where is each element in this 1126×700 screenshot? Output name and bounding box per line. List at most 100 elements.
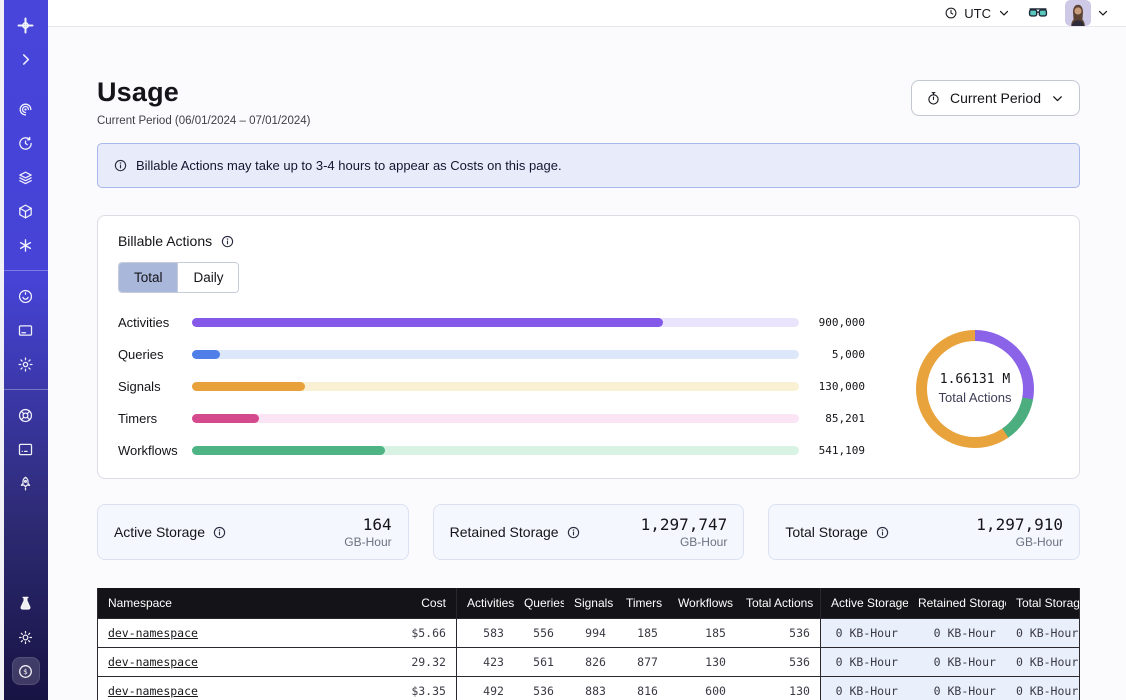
table-cell: 0 KB-Hour (820, 677, 908, 700)
table-cell: 130 (668, 648, 736, 676)
table-cell: 0 KB-Hour (820, 619, 908, 647)
sidebar-item-deployments-cube-icon[interactable] (12, 197, 40, 225)
bar-label: Workflows (118, 443, 192, 458)
timezone-picker[interactable]: UTC (944, 6, 1011, 21)
table-cell: 423 (456, 648, 514, 676)
storage-card-active-storage: Active Storage164GB-Hour (97, 504, 409, 560)
table-body: dev-namespace$5.665835569941851855360 KB… (98, 618, 1079, 700)
namespace-link[interactable]: dev-namespace (108, 626, 198, 640)
bar-value: 5,000 (799, 348, 865, 361)
table-cell: $5.66 (326, 619, 456, 647)
namespace-link[interactable]: dev-namespace (108, 684, 198, 698)
table-cell: 0 KB-Hour (908, 619, 1006, 647)
storage-card-label: Active Storage (114, 524, 227, 540)
namespace-link[interactable]: dev-namespace (108, 655, 198, 669)
info-icon[interactable] (220, 234, 235, 249)
storage-card-unit: GB-Hour (976, 535, 1063, 549)
sidebar-item-temporal-logo-icon[interactable] (12, 11, 40, 39)
table-cell: 0 KB-Hour (820, 648, 908, 676)
bar-row-signals: Signals130,000 (118, 379, 865, 394)
total-actions-label: Total Actions (939, 390, 1012, 405)
table-row: dev-namespace29.324235618268771305360 KB… (98, 647, 1079, 676)
table-cell: 0 KB-Hour (1006, 677, 1079, 700)
tab-total[interactable]: Total (119, 263, 178, 292)
table-cell: 536 (736, 648, 820, 676)
sidebar-item-batch-operations-asterisk-icon[interactable] (12, 231, 40, 259)
billable-actions-card: Billable Actions Total Daily Activities9… (97, 215, 1080, 479)
sidebar-item-settings-gear-icon[interactable] (12, 350, 40, 378)
table-cell: 185 (616, 619, 668, 647)
topbar: UTC (48, 0, 1126, 27)
table-cell: 877 (616, 648, 668, 676)
page-subtitle: Current Period (06/01/2024 – 07/01/2024) (97, 115, 311, 127)
sidebar-item-schedules-clock-icon[interactable] (12, 129, 40, 157)
table-cell: 29.32 (326, 648, 456, 676)
period-selector-button[interactable]: Current Period (911, 80, 1080, 116)
table-cell: 0 KB-Hour (1006, 648, 1079, 676)
bar-chart: Activities900,000 Queries 5,000 Signals130,… (118, 315, 865, 462)
app-window: $ UTC Usage Current Period (06/01/2024 –… (0, 0, 1126, 700)
sidebar-item-support-lifebuoy-icon[interactable] (12, 401, 40, 429)
total-actions-value: 1.66131 M (940, 372, 1010, 387)
bar-label: Queries (118, 347, 192, 362)
donut-center: 1.66131 M Total Actions (927, 341, 1023, 437)
sidebar-item-terminal-icon[interactable] (12, 435, 40, 463)
sidebar-item-namespaces-layers-icon[interactable] (12, 163, 40, 191)
timezone-label: UTC (964, 6, 991, 21)
chevron-down-icon (1050, 91, 1065, 106)
sidebar-item-usage-meter-icon[interactable] (12, 282, 40, 310)
avatar[interactable] (1065, 0, 1091, 26)
sidebar-item-workflows-spiral-icon[interactable] (12, 95, 40, 123)
sidebar-item-billing-card-icon[interactable] (12, 316, 40, 344)
sidebar-divider (4, 270, 48, 271)
info-banner-text: Billable Actions may take up to 3-4 hour… (136, 158, 562, 173)
column-header-cost: Cost (326, 588, 456, 618)
namespace-cell[interactable]: dev-namespace (98, 619, 326, 647)
sidebar-item-usage-billing-coin-icon[interactable]: $ (12, 657, 40, 685)
table-cell: 556 (514, 619, 564, 647)
column-header-total-storage: Total Storage (1006, 588, 1079, 618)
sidebar-item-getting-started-rocket-icon[interactable] (12, 469, 40, 497)
bar-row-workflows: Workflows 541,109 (118, 443, 865, 458)
period-selector-label: Current Period (950, 90, 1041, 106)
column-header-queries: Queries (514, 588, 564, 618)
sidebar-item-labs-flask-icon[interactable] (12, 589, 40, 617)
svg-text:$: $ (24, 667, 29, 676)
bar-track (192, 446, 799, 455)
clock-icon (944, 6, 958, 20)
column-header-workflows: Workflows (668, 588, 736, 618)
bar-row-queries: Queries 5,000 (118, 347, 865, 362)
bar-fill (192, 446, 385, 455)
table-cell: 994 (564, 619, 616, 647)
bar-label: Signals (118, 379, 192, 394)
tab-daily[interactable]: Daily (177, 263, 238, 292)
info-icon[interactable] (212, 525, 227, 540)
sidebar: $ (4, 0, 48, 700)
bar-track (192, 318, 799, 327)
namespace-cell[interactable]: dev-namespace (98, 677, 326, 700)
info-banner: Billable Actions may take up to 3-4 hour… (97, 143, 1080, 188)
bar-row-timers: Timers85,201 (118, 411, 865, 426)
account-menu[interactable] (1065, 0, 1110, 26)
bar-value: 900,000 (799, 316, 865, 329)
table-cell: $3.35 (326, 677, 456, 700)
bar-fill (192, 382, 306, 391)
column-header-activities: Activities (456, 588, 514, 618)
sidebar-item-theme-sun-icon[interactable] (12, 623, 40, 651)
storage-card-value: 1,297,910 (976, 515, 1063, 534)
namespace-cell[interactable]: dev-namespace (98, 648, 326, 676)
bar-row-activities: Activities900,000 (118, 315, 865, 330)
info-icon[interactable] (875, 525, 890, 540)
storage-card-value: 1,297,747 (641, 515, 728, 534)
bar-value: 85,201 (799, 412, 865, 425)
info-icon[interactable] (566, 525, 581, 540)
bar-value: 541,109 (799, 444, 865, 457)
chevron-down-icon (997, 6, 1011, 20)
sidebar-item-expand-chevron-icon[interactable] (12, 45, 40, 73)
column-header-timers: Timers (616, 588, 668, 618)
dev-glasses-icon[interactable] (1027, 2, 1049, 24)
bar-track (192, 350, 799, 359)
table-cell: 0 KB-Hour (1006, 619, 1079, 647)
column-header-total-actions: Total Actions (736, 588, 820, 618)
table-cell: 536 (514, 677, 564, 700)
